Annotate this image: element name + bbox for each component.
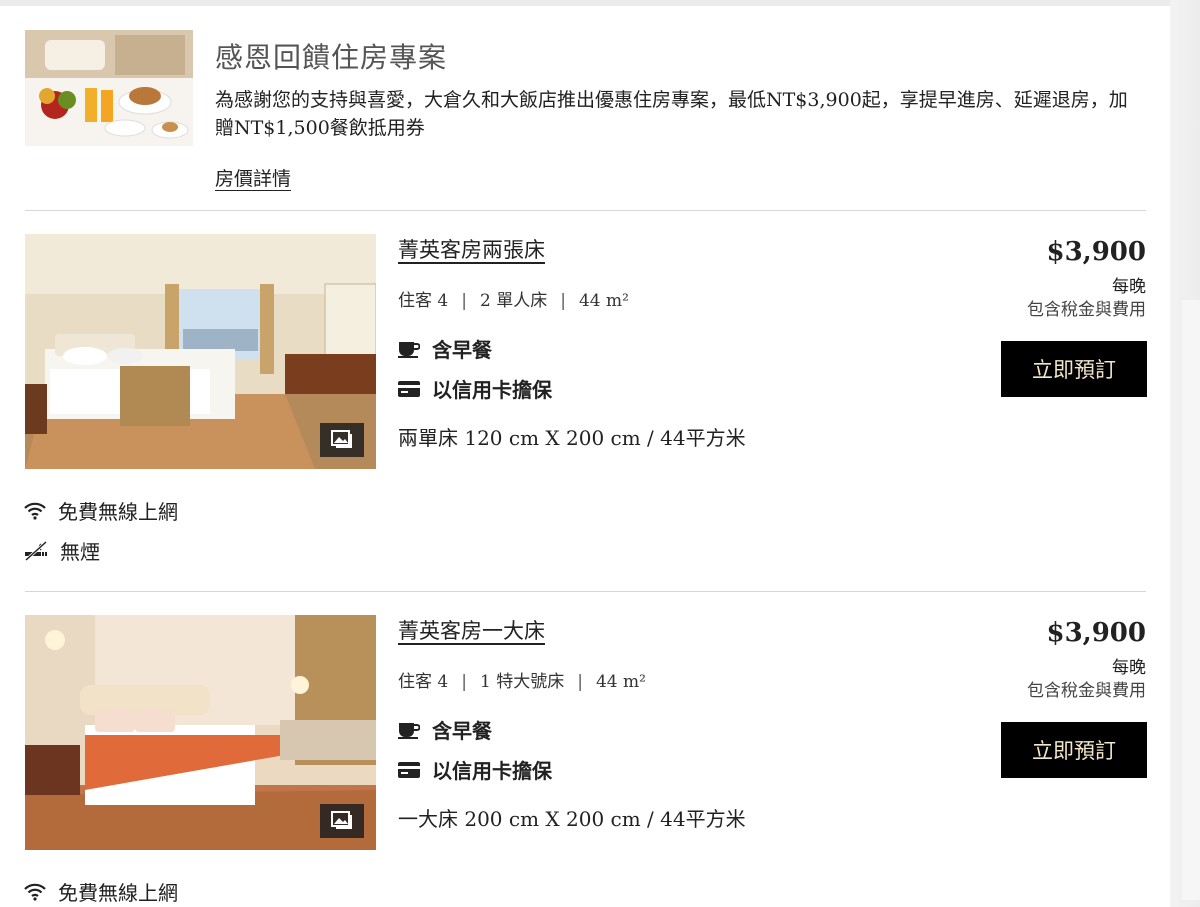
credit-card-icon [398, 761, 420, 778]
coffee-cup-icon [398, 722, 420, 739]
wifi-icon [24, 883, 46, 901]
amenity-wifi: 免費無線上網 [24, 496, 178, 525]
room-photo[interactable] [25, 615, 376, 850]
room-price: $3,900 [1046, 618, 1146, 648]
room-guests: 住客 4 [398, 291, 449, 311]
perk-label: 以信用卡擔保 [432, 759, 552, 783]
room-meta: 住客 4 | 1 特大號床 | 44 m² [398, 672, 646, 692]
tax-note: 包含稅金與費用 [1027, 300, 1146, 320]
perk-label: 含早餐 [432, 338, 492, 362]
bed-info: 一大床 200 cm X 200 cm / 44平方米 [398, 807, 746, 831]
amenity-wifi: 免費無線上網 [24, 877, 178, 906]
rate-details-link[interactable]: 房價詳情 [215, 164, 291, 191]
room-beds: 2 單人床 [479, 291, 548, 311]
amenity-label: 無煙 [60, 540, 100, 564]
promo-description: 為感謝您的支持與喜愛，大倉久和大飯店推出優惠住房專案，最低NT$3,900起，享… [215, 89, 1128, 139]
perk-label: 以信用卡擔保 [432, 378, 552, 402]
bed-info: 兩單床 120 cm X 200 cm / 44平方米 [398, 426, 746, 450]
perk-breakfast: 含早餐 [398, 715, 492, 744]
room-guests: 住客 4 [398, 672, 449, 692]
divider [25, 210, 1146, 211]
promo-title: 感恩回饋住房專案 [215, 41, 448, 74]
page-background-strip [1170, 0, 1200, 907]
room-beds: 1 特大號床 [479, 672, 565, 692]
room-price: $3,900 [1046, 237, 1146, 267]
gallery-button[interactable] [320, 804, 364, 838]
promo-breakfast-image [25, 30, 193, 146]
room-name-link[interactable]: 菁英客房兩張床 [398, 234, 545, 264]
perk-label: 含早餐 [432, 719, 492, 743]
room-meta: 住客 4 | 2 單人床 | 44 m² [398, 291, 629, 311]
gallery-icon [331, 430, 352, 448]
room-size: 44 m² [595, 672, 646, 692]
per-night-label: 每晚 [1112, 277, 1146, 297]
amenity-label: 免費無線上網 [58, 500, 178, 524]
amenity-label: 免費無線上網 [58, 881, 178, 905]
coffee-cup-icon [398, 341, 420, 358]
perk-breakfast: 含早餐 [398, 334, 492, 363]
gallery-button[interactable] [320, 423, 364, 457]
wifi-icon [24, 502, 46, 520]
divider [25, 591, 1146, 592]
per-night-label: 每晚 [1112, 658, 1146, 678]
rate-plan-card: 感恩回饋住房專案 為感謝您的支持與喜愛，大倉久和大飯店推出優惠住房專案，最低NT… [0, 6, 1170, 907]
gallery-icon [331, 811, 352, 829]
tax-note: 包含稅金與費用 [1027, 681, 1146, 701]
room-item: 菁英客房一大床 住客 4 | 1 特大號床 | 44 m² 含早餐 以信用卡擔保 一大床… [0, 615, 1170, 907]
room-item: 菁英客房兩張床 住客 4 | 2 單人床 | 44 m² 含早餐 以信用卡擔保 兩單床 … [0, 234, 1170, 594]
perk-guarantee: 以信用卡擔保 [398, 755, 552, 784]
no-smoking-icon [24, 540, 48, 561]
amenity-no-smoking: 無煙 [24, 536, 100, 565]
room-photo[interactable] [25, 234, 376, 469]
credit-card-icon [398, 380, 420, 397]
room-name-link[interactable]: 菁英客房一大床 [398, 615, 545, 645]
perk-guarantee: 以信用卡擔保 [398, 374, 552, 403]
room-size: 44 m² [578, 291, 629, 311]
book-now-button[interactable]: 立即預訂 [1001, 722, 1147, 778]
book-now-button[interactable]: 立即預訂 [1001, 341, 1147, 397]
